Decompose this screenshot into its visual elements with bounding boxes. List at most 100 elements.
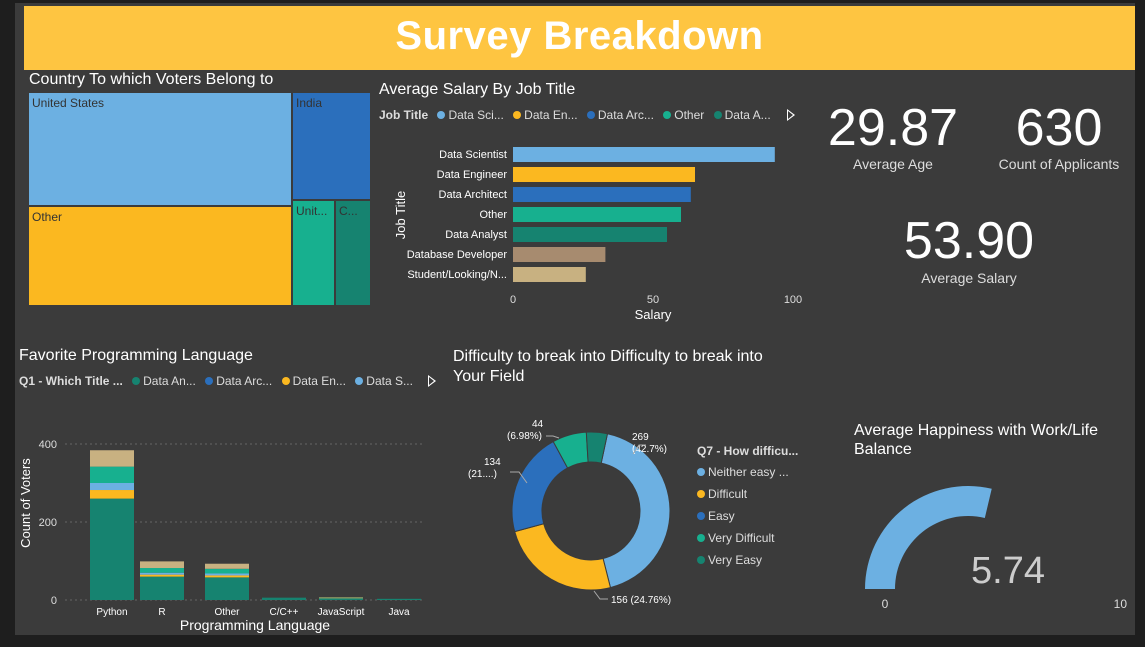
bar-segment[interactable] xyxy=(140,572,184,575)
treemap-cell-united-states[interactable]: United States xyxy=(28,92,292,206)
bar-segment[interactable] xyxy=(377,598,421,600)
donut-slice[interactable] xyxy=(511,440,569,533)
salary-bar-chart: Data Scientist Data Engineer Data Architec… xyxy=(393,147,802,322)
treemap-label: Unit... xyxy=(296,204,328,218)
treemap-cell-united-kingdom[interactable]: Unit... xyxy=(292,200,335,306)
bar[interactable] xyxy=(513,187,691,202)
legend-item[interactable]: Data En... xyxy=(513,108,578,122)
legend-item[interactable]: Neither easy ... xyxy=(697,465,798,479)
x-tick-label: 100 xyxy=(784,294,802,306)
country-treemap[interactable]: United States Other India Unit... C... xyxy=(28,92,371,306)
legend-item[interactable]: Very Difficult xyxy=(697,531,798,545)
bar[interactable] xyxy=(513,267,586,282)
bar-segment[interactable] xyxy=(205,575,249,578)
y-tick-label: 400 xyxy=(39,439,57,451)
leader-line xyxy=(593,590,608,600)
legend-item[interactable]: Very Easy xyxy=(697,553,798,567)
bar[interactable] xyxy=(513,207,681,222)
gauge-max-label: 10 xyxy=(1114,597,1128,611)
legend-title: Q7 - How difficu... xyxy=(697,444,799,458)
bar-segment[interactable] xyxy=(90,490,134,499)
y-tick-label: 200 xyxy=(39,517,57,529)
legend-item[interactable]: Difficult xyxy=(697,487,798,501)
donut-slice[interactable] xyxy=(600,433,671,589)
x-axis-title: Salary xyxy=(635,307,672,322)
bar[interactable] xyxy=(513,227,667,242)
y-tick-label: Student/Looking/N... xyxy=(407,269,507,281)
x-axis-title: Programming Language xyxy=(180,617,330,633)
kpi-applicants-value: 630 xyxy=(1015,99,1103,157)
treemap-title: Country To which Voters Belong to xyxy=(29,71,274,88)
bar-segment[interactable] xyxy=(90,498,134,600)
banner: Survey Breakdown xyxy=(24,6,1135,70)
treemap-cell-india[interactable]: India xyxy=(292,92,371,200)
kpi-applicants-label: Count of Applicants xyxy=(998,156,1120,172)
treemap-cell-canada[interactable]: C... xyxy=(335,200,371,306)
bar-segment[interactable] xyxy=(140,561,184,569)
legend-dot-icon xyxy=(586,111,595,119)
treemap-label: C... xyxy=(339,204,358,218)
legend-dot-icon xyxy=(697,468,705,476)
legend-item[interactable]: Easy xyxy=(697,509,798,523)
legend-dot-icon xyxy=(437,111,446,119)
legend-dot-icon xyxy=(513,111,522,119)
language-legend: Q1 - Which Title ... Data An... Data Arc… xyxy=(19,374,419,388)
bar-segment[interactable] xyxy=(205,568,249,574)
y-axis-title: Count of Voters xyxy=(18,458,33,548)
bar-segment[interactable] xyxy=(90,450,134,467)
language-stacked-bar-chart: 0200400Python R Other C/C++ JavaScript JavaPr… xyxy=(18,439,425,633)
kpi-average-salary-value: 53.90 xyxy=(903,212,1035,270)
legend-dot-icon xyxy=(132,377,141,385)
legend-next-icon[interactable] xyxy=(428,375,436,387)
bar-segment[interactable] xyxy=(90,483,134,491)
legend-item[interactable]: Data Sci... xyxy=(437,108,504,122)
legend-dot-icon xyxy=(713,111,722,119)
treemap-label: United States xyxy=(32,96,105,110)
data-label: (42.7%) xyxy=(632,444,667,455)
salary-legend: Job Title Data Sci... Data En... Data Ar… xyxy=(379,108,777,122)
bar-segment[interactable] xyxy=(319,597,363,599)
y-tick-label: Data Engineer xyxy=(437,169,508,181)
data-label: 269 xyxy=(632,432,649,443)
treemap-label: Other xyxy=(32,210,63,224)
bar-segment[interactable] xyxy=(140,576,184,600)
bar[interactable] xyxy=(513,147,775,162)
legend-dot-icon xyxy=(697,534,705,542)
x-tick-label: 0 xyxy=(510,294,516,306)
legend-item[interactable]: Data S... xyxy=(355,374,413,388)
treemap-label: India xyxy=(296,96,323,110)
treemap-cell-other[interactable]: Other xyxy=(28,206,292,306)
y-tick-label: 0 xyxy=(51,595,57,607)
data-label: (6.98%) xyxy=(507,431,542,442)
bar-segment[interactable] xyxy=(205,563,249,569)
bar-segment[interactable] xyxy=(205,577,249,600)
donut-slice[interactable] xyxy=(514,523,612,591)
bar-segment[interactable] xyxy=(140,574,184,577)
y-tick-label: Data Analyst xyxy=(445,229,507,241)
x-tick-label: Python xyxy=(96,607,127,618)
salary-chart-title: Average Salary By Job Title xyxy=(379,81,576,98)
bar-segment[interactable] xyxy=(262,597,306,600)
legend-item[interactable]: Data Arc... xyxy=(205,374,272,388)
x-tick-label: 50 xyxy=(647,294,659,306)
bar-segment[interactable] xyxy=(205,573,249,576)
kpi-average-salary-label: Average Salary xyxy=(921,270,1017,286)
bar-segment[interactable] xyxy=(90,466,134,483)
bar[interactable] xyxy=(513,167,695,182)
y-tick-label: Database Developer xyxy=(407,249,508,261)
data-label: 44 xyxy=(532,419,544,430)
legend-item[interactable]: Data A... xyxy=(713,108,771,122)
bar-segment[interactable] xyxy=(319,598,363,600)
bar-segment[interactable] xyxy=(140,568,184,573)
difficulty-legend: Q7 - How difficu... Neither easy ... Dif… xyxy=(697,444,798,575)
happiness-gauge: 5.74 0 10 xyxy=(865,485,1128,611)
data-label: 156 (24.76%) xyxy=(611,595,671,606)
x-tick-label: Java xyxy=(388,607,410,618)
legend-item[interactable]: Data Arc... xyxy=(586,108,654,122)
legend-item[interactable]: Data En... xyxy=(281,374,346,388)
bar[interactable] xyxy=(513,247,606,262)
legend-item[interactable]: Data An... xyxy=(132,374,196,388)
y-tick-label: Other xyxy=(479,209,507,221)
legend-dot-icon xyxy=(697,490,705,498)
legend-item[interactable]: Other xyxy=(663,108,704,122)
